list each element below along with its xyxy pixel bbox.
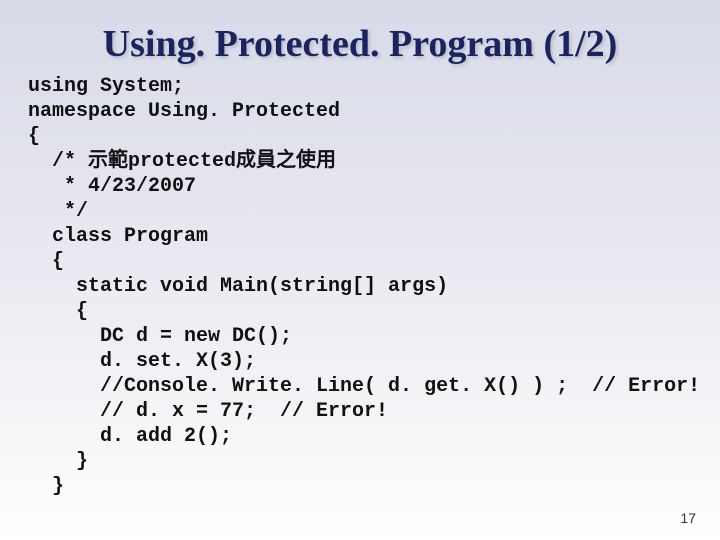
page-number: 17 [680, 510, 696, 526]
code-block: using System; namespace Using. Protected… [0, 72, 720, 499]
slide-title: Using. Protected. Program (1/2) [0, 0, 720, 72]
